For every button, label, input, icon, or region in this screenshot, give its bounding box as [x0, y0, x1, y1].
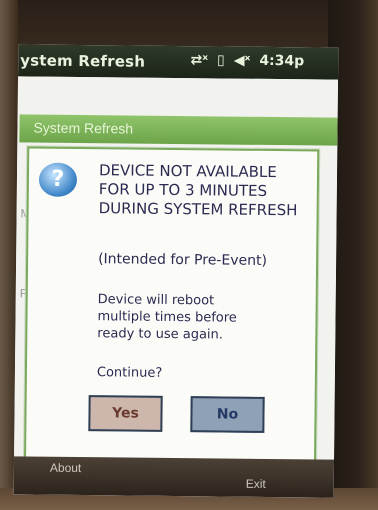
- yes-button[interactable]: Yes: [88, 395, 163, 432]
- speaker-muted-icon[interactable]: ◀ˣ: [234, 53, 251, 69]
- about-softkey[interactable]: About: [50, 461, 82, 475]
- connectivity-icon[interactable]: ⇄ˣ: [191, 52, 209, 68]
- dialog-intended-note: (Intended for Pre-Event): [98, 251, 268, 269]
- title-bar: ystem Refresh ⇄ˣ ▯ ◀ˣ 4:34p: [18, 44, 339, 80]
- status-icons: ⇄ˣ ▯ ◀ˣ 4:34p: [191, 52, 305, 69]
- softkey-bar: About Exit: [13, 456, 335, 498]
- background-panel-header: System Refresh: [19, 114, 338, 146]
- dialog-warning-message: DEVICE NOT AVAILABLE FOR UP TO 3 MINUTES…: [98, 161, 298, 220]
- dialog-continue-prompt: Continue?: [96, 365, 163, 381]
- no-button[interactable]: No: [190, 396, 265, 433]
- app-title: ystem Refresh: [20, 51, 146, 71]
- battery-icon[interactable]: ▯: [217, 52, 225, 68]
- background-panel-title: System Refresh: [33, 119, 134, 137]
- confirm-dialog: ? DEVICE NOT AVAILABLE FOR UP TO 3 MINUT…: [23, 146, 320, 474]
- background-app: System Refresh Ma R ? DEVICE NOT AVAILAB…: [14, 76, 339, 474]
- device-screen: ystem Refresh ⇄ˣ ▯ ◀ˣ 4:34p System Refre…: [13, 44, 339, 498]
- question-icon: ?: [38, 162, 78, 197]
- clock[interactable]: 4:34p: [259, 53, 304, 69]
- dialog-reboot-note: Device will reboot multiple times before…: [97, 292, 237, 343]
- exit-softkey[interactable]: Exit: [246, 477, 266, 491]
